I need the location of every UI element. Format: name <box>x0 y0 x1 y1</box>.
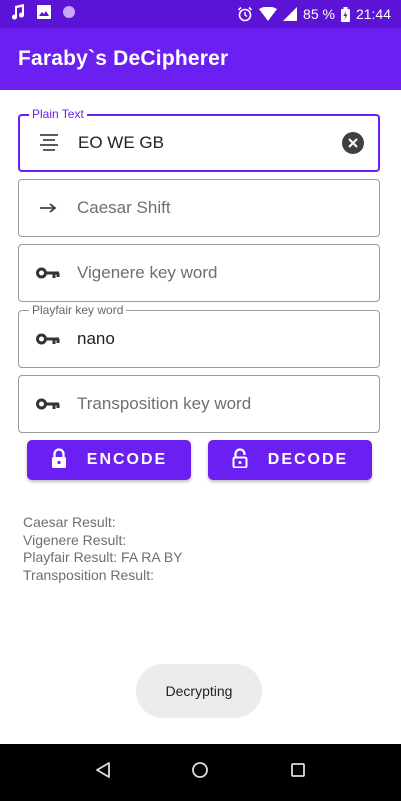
playfair-result: Playfair Result: FA RA BY <box>23 549 183 565</box>
recents-icon[interactable] <box>290 762 306 783</box>
plain-text-label: Plain Text <box>29 107 87 121</box>
playfair-key-input[interactable]: nano <box>77 329 115 349</box>
decode-label: DECODE <box>267 451 349 468</box>
image-icon <box>36 4 52 25</box>
decode-button[interactable]: DECODE <box>208 440 372 480</box>
playfair-key-label: Playfair key word <box>29 303 127 317</box>
results-panel: Caesar Result: Vigenere Result: Playfair… <box>23 514 183 584</box>
wifi-icon <box>259 7 278 21</box>
app-title: Faraby`s DeCipherer <box>18 47 229 70</box>
transposition-key-input[interactable]: Transposition key word <box>77 394 251 414</box>
playfair-key-field[interactable]: Playfair key word nano <box>18 303 380 368</box>
music-note-icon <box>10 3 26 25</box>
encode-label: ENCODE <box>86 451 168 468</box>
circle-icon <box>62 5 76 24</box>
app-bar: Faraby`s DeCipherer <box>0 28 401 90</box>
arrow-right-icon <box>19 202 77 214</box>
status-bar: 85 % 21:44 <box>0 0 401 28</box>
key-icon <box>19 267 77 279</box>
battery-icon <box>340 6 350 22</box>
clear-icon[interactable] <box>342 132 364 154</box>
key-icon <box>19 333 77 345</box>
home-icon[interactable] <box>191 761 209 784</box>
vigenere-result: Vigenere Result: <box>23 531 127 548</box>
plain-text-field[interactable]: Plain Text EO WE GB <box>18 107 380 172</box>
text-lines-icon <box>20 133 78 153</box>
vigenere-key-field[interactable]: Vigenere key word <box>18 244 380 302</box>
caesar-result: Caesar Result: <box>23 514 116 530</box>
back-icon[interactable] <box>95 761 111 784</box>
toast-text: Decrypting <box>165 683 233 699</box>
transposition-key-field[interactable]: Transposition key word <box>18 375 380 433</box>
caesar-shift-input[interactable]: Caesar Shift <box>77 198 171 218</box>
battery-label: 85 % <box>303 6 335 22</box>
toast-message: Decrypting <box>136 664 262 718</box>
vigenere-key-input[interactable]: Vigenere key word <box>77 263 218 283</box>
plain-text-input[interactable]: EO WE GB <box>78 133 164 153</box>
key-icon <box>19 398 77 410</box>
lock-icon <box>51 447 67 473</box>
encode-button[interactable]: ENCODE <box>27 440 191 480</box>
caesar-shift-field[interactable]: Caesar Shift <box>18 179 380 237</box>
clock-time: 21:44 <box>355 6 391 22</box>
alarm-icon <box>237 6 253 22</box>
signal-icon <box>283 7 298 21</box>
navigation-bar <box>0 744 401 801</box>
transposition-result: Transposition Result: <box>23 566 154 583</box>
unlock-icon <box>232 447 248 473</box>
